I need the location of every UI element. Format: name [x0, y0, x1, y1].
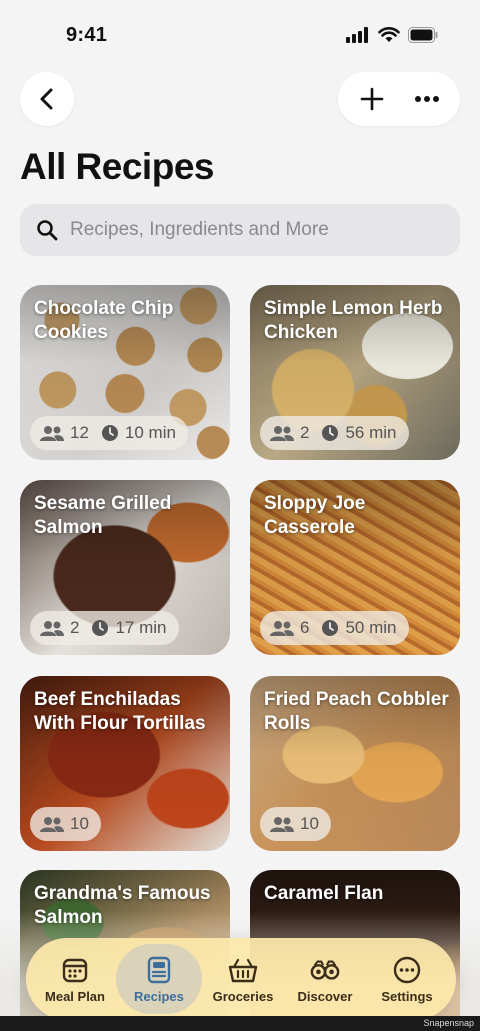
status-time: 9:41: [66, 24, 108, 46]
status-bar: 9:41: [0, 0, 480, 64]
chevron-left-icon: [40, 88, 53, 110]
more-icon: [393, 956, 421, 983]
tab-recipes[interactable]: Recipes: [116, 944, 202, 1014]
recipe-title: Fried Peach Cobbler Rolls: [264, 689, 449, 734]
recipe-card[interactable]: Sloppy Joe Casserole 6 50 min: [250, 480, 460, 655]
tab-bar: Meal Plan Recipes Groceries Discover Set…: [26, 938, 456, 1020]
tab-settings[interactable]: Settings: [366, 944, 448, 1014]
recipe-meta: 10: [260, 807, 331, 841]
clock-icon: [92, 620, 109, 636]
basket-icon: [228, 958, 258, 982]
tab-discover[interactable]: Discover: [284, 944, 366, 1014]
people-icon: [270, 817, 294, 832]
cook-time: 50 min: [345, 618, 397, 637]
recipe-meta: 10: [30, 807, 101, 841]
recipe-meta: 2 17 min: [30, 611, 179, 645]
header-actions: [338, 72, 460, 126]
servings-count: 6: [300, 618, 310, 637]
recipe-title: Simple Lemon Herb Chicken: [264, 298, 443, 343]
status-icons: [346, 27, 438, 43]
recipe-card[interactable]: Fried Peach Cobbler Rolls 10: [250, 676, 460, 851]
wifi-icon: [378, 27, 400, 42]
recipe-title: Beef Enchiladas With Flour Tortillas: [34, 689, 206, 734]
people-icon: [40, 426, 64, 441]
battery-icon: [408, 27, 438, 43]
tab-meal-plan[interactable]: Meal Plan: [34, 944, 116, 1014]
clock-icon: [322, 620, 339, 636]
servings-count: 2: [300, 423, 310, 442]
tab-label: Discover: [297, 988, 353, 1004]
search-bar[interactable]: [20, 204, 460, 256]
watermark: Snapensnap: [423, 1018, 474, 1028]
recipes-icon: [147, 956, 171, 983]
clock-icon: [322, 425, 339, 441]
home-indicator-bar: [0, 1016, 480, 1031]
add-recipe-button[interactable]: [348, 75, 396, 123]
servings-count: 10: [300, 814, 319, 833]
people-icon: [40, 817, 64, 832]
cook-time: 56 min: [345, 423, 397, 442]
people-icon: [270, 621, 294, 636]
page-title: All Recipes: [20, 146, 214, 187]
recipe-card[interactable]: Sesame Grilled Salmon 2 17 min: [20, 480, 230, 655]
people-icon: [40, 621, 64, 636]
servings-count: 12: [70, 423, 89, 442]
plus-icon: [360, 87, 383, 111]
clock-icon: [101, 425, 118, 441]
ellipsis-icon: [414, 96, 439, 102]
servings-count: 10: [70, 814, 89, 833]
servings-count: 2: [70, 618, 80, 637]
cook-time: 10 min: [124, 423, 176, 442]
recipe-title: Sloppy Joe Casserole: [264, 493, 366, 538]
signal-icon: [346, 27, 368, 43]
tab-label: Settings: [381, 988, 433, 1004]
tab-groceries[interactable]: Groceries: [202, 944, 284, 1014]
people-icon: [270, 426, 294, 441]
binoculars-icon: [310, 960, 340, 980]
recipe-card[interactable]: Simple Lemon Herb Chicken 2 56 min: [250, 285, 460, 460]
recipe-meta: 12 10 min: [30, 416, 188, 450]
cook-time: 17 min: [115, 618, 167, 637]
recipe-card[interactable]: Chocolate Chip Cookies 12 10 min: [20, 285, 230, 460]
recipe-card[interactable]: Beef Enchiladas With Flour Tortillas 10: [20, 676, 230, 851]
back-button[interactable]: [20, 72, 74, 126]
recipe-title: Caramel Flan: [264, 883, 384, 904]
recipe-title: Chocolate Chip Cookies: [34, 298, 174, 343]
tab-label: Recipes: [134, 988, 184, 1004]
tab-label: Groceries: [212, 988, 274, 1004]
search-input[interactable]: [70, 219, 430, 241]
tab-label: Meal Plan: [45, 988, 105, 1004]
recipe-meta: 2 56 min: [260, 416, 409, 450]
meal-plan-icon: [62, 958, 88, 982]
recipe-title: Sesame Grilled Salmon: [34, 493, 172, 538]
more-options-button[interactable]: [403, 75, 451, 123]
recipe-meta: 6 50 min: [260, 611, 409, 645]
search-icon: [37, 220, 58, 241]
